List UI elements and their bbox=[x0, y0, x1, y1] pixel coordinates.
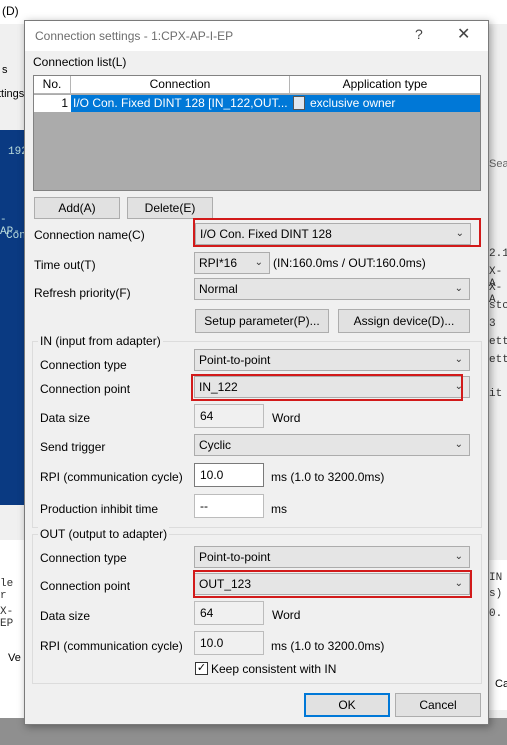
ok-button[interactable]: OK bbox=[304, 693, 390, 717]
out-connection-type-label: Connection type bbox=[40, 551, 127, 565]
delete-button[interactable]: Delete(E) bbox=[127, 197, 213, 219]
background-output-pane: 192 -AP- Con bbox=[0, 130, 28, 505]
in-connection-type-value: Point-to-point bbox=[199, 353, 271, 367]
in-rpi-input[interactable]: 10.0 bbox=[194, 463, 264, 487]
refresh-priority-combo[interactable]: Normal ⌄ bbox=[194, 278, 470, 300]
column-header-application-type[interactable]: Application type bbox=[290, 76, 480, 94]
in-connection-type-label: Connection type bbox=[40, 358, 127, 372]
background-left-toolbar: s ttings bbox=[0, 28, 24, 128]
connection-name-label: Connection name(C) bbox=[34, 228, 145, 242]
in-data-size-field: 64 bbox=[194, 404, 264, 428]
row-connection: I/O Con. Fixed DINT 128 [IN_122,OUT... bbox=[71, 95, 290, 112]
chevron-down-icon: ⌄ bbox=[254, 257, 263, 268]
out-data-size-label: Data size bbox=[40, 609, 91, 623]
highlight-out-connection-point bbox=[193, 570, 472, 598]
out-rpi-label: RPI (communication cycle) bbox=[40, 639, 183, 653]
dialog-title: Connection settings - 1:CPX-AP-I-EP bbox=[35, 29, 234, 43]
refresh-priority-value: Normal bbox=[199, 282, 238, 296]
background-left-label: ttings bbox=[0, 88, 25, 100]
refresh-priority-label: Refresh priority(F) bbox=[34, 286, 131, 300]
background-text: Sea bbox=[489, 158, 507, 170]
cancel-button[interactable]: Cancel bbox=[395, 693, 481, 717]
timeout-label: Time out(T) bbox=[34, 258, 96, 272]
background-text: ett bbox=[489, 354, 507, 366]
row-application-type: exclusive owner bbox=[290, 95, 480, 112]
background-text: IN bbox=[489, 572, 503, 584]
background-text: 0. bbox=[489, 608, 503, 620]
column-header-no[interactable]: No. bbox=[34, 76, 71, 94]
background-tab[interactable]: Ve bbox=[8, 652, 21, 664]
highlight-connection-name bbox=[193, 218, 481, 247]
out-rpi-unit: ms (1.0 to 3200.0ms) bbox=[271, 639, 385, 653]
timeout-value: RPI*16 bbox=[199, 256, 238, 270]
setup-parameter-button[interactable]: Setup parameter(P)... bbox=[195, 309, 329, 333]
assign-device-button[interactable]: Assign device(D)... bbox=[338, 309, 470, 333]
list-header: No. Connection Application type bbox=[34, 76, 480, 94]
exclusive-owner-icon bbox=[293, 96, 305, 110]
dialog-title-bar: Connection settings - 1:CPX-AP-I-EP ? ✕ bbox=[25, 21, 488, 51]
background-text: 3 bbox=[489, 318, 496, 330]
highlight-in-connection-point bbox=[191, 374, 463, 401]
out-connection-point-label: Connection point bbox=[40, 579, 131, 593]
send-trigger-combo[interactable]: Cyclic ⌄ bbox=[194, 434, 470, 456]
in-group-title: IN (input from adapter) bbox=[38, 334, 163, 348]
in-rpi-unit: ms (1.0 to 3200.0ms) bbox=[271, 470, 385, 484]
row-number: 1 bbox=[61, 96, 68, 110]
close-icon[interactable]: ✕ bbox=[457, 24, 470, 44]
background-text: 2.1 bbox=[489, 248, 507, 260]
keep-consistent-checkbox[interactable]: ✓ bbox=[195, 662, 208, 675]
out-data-size-unit: Word bbox=[272, 608, 301, 622]
chevron-down-icon: ⌄ bbox=[454, 354, 463, 365]
column-header-connection[interactable]: Connection bbox=[71, 76, 290, 94]
background-text: it bbox=[489, 388, 503, 400]
production-inhibit-time-label: Production inhibit time bbox=[40, 502, 159, 516]
out-data-size-field: 64 bbox=[194, 601, 264, 625]
chevron-down-icon: ⌄ bbox=[454, 439, 463, 450]
out-group-title: OUT (output to adapter) bbox=[38, 527, 170, 541]
in-connection-type-combo[interactable]: Point-to-point ⌄ bbox=[194, 349, 470, 371]
connection-settings-dialog: Connection settings - 1:CPX-AP-I-EP ? ✕ … bbox=[24, 20, 489, 725]
chevron-down-icon: ⌄ bbox=[454, 283, 463, 294]
background-left-label: s bbox=[2, 64, 8, 76]
background-text: Con bbox=[6, 230, 26, 242]
background-text: le r bbox=[0, 578, 14, 602]
timeout-combo[interactable]: RPI*16 ⌄ bbox=[194, 252, 270, 274]
connection-list[interactable]: No. Connection Application type 1 I/O Co… bbox=[33, 75, 481, 191]
connection-list-label: Connection list(L) bbox=[33, 55, 127, 69]
production-inhibit-time-field: -- bbox=[194, 494, 264, 518]
in-rpi-label: RPI (communication cycle) bbox=[40, 470, 183, 484]
timeout-info: (IN:160.0ms / OUT:160.0ms) bbox=[273, 256, 426, 270]
in-data-size-unit: Word bbox=[272, 411, 301, 425]
background-text: ett bbox=[489, 336, 507, 348]
background-right-pane: Sea 2.1 X-A X-A stc 3 ett ett it bbox=[489, 150, 507, 530]
chevron-down-icon: ⌄ bbox=[454, 551, 463, 562]
background-button[interactable]: Ca bbox=[495, 678, 507, 690]
background-text: X-EP bbox=[0, 606, 14, 630]
help-icon[interactable]: ? bbox=[415, 26, 423, 42]
production-inhibit-time-unit: ms bbox=[271, 502, 287, 516]
out-connection-type-value: Point-to-point bbox=[199, 550, 271, 564]
background-text: s) bbox=[489, 588, 503, 600]
keep-consistent-label: Keep consistent with IN bbox=[211, 662, 337, 676]
add-button[interactable]: Add(A) bbox=[34, 197, 120, 219]
background-text: stc bbox=[489, 300, 507, 312]
out-connection-type-combo[interactable]: Point-to-point ⌄ bbox=[194, 546, 470, 568]
background-title-fragment: (D) bbox=[2, 4, 19, 18]
background-bottom-left-pane: le r X-EP Ve bbox=[0, 540, 24, 718]
out-rpi-field: 10.0 bbox=[194, 631, 264, 655]
send-trigger-value: Cyclic bbox=[199, 438, 231, 452]
background-bottom-right-pane: IN s) 0. Ca bbox=[489, 560, 507, 710]
in-connection-point-label: Connection point bbox=[40, 382, 131, 396]
in-data-size-label: Data size bbox=[40, 411, 91, 425]
row-application-type-label: exclusive owner bbox=[310, 96, 396, 110]
table-row[interactable]: 1 I/O Con. Fixed DINT 128 [IN_122,OUT...… bbox=[34, 95, 480, 112]
send-trigger-label: Send trigger bbox=[40, 440, 106, 454]
